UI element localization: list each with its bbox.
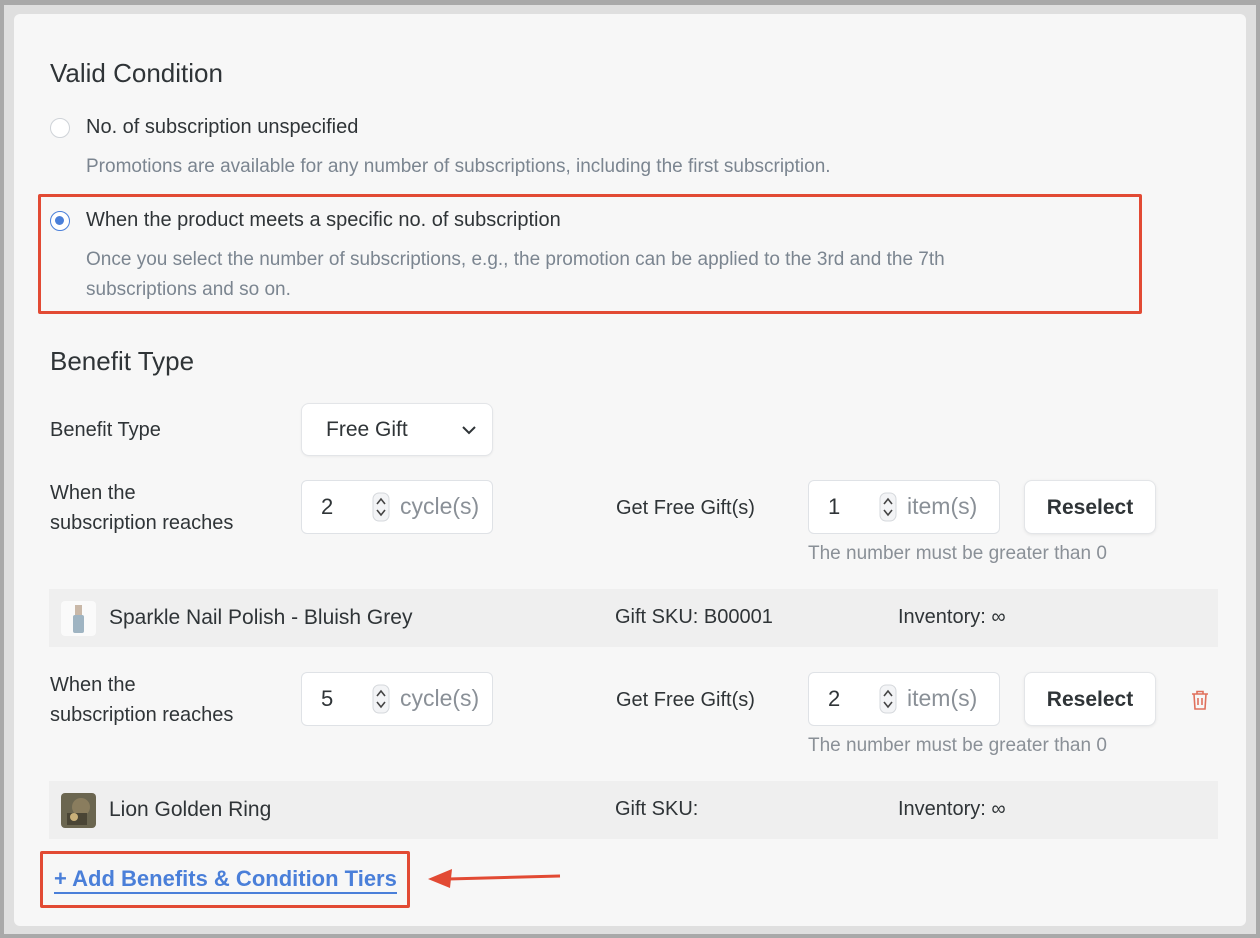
tier-2-label-line1: When the	[50, 674, 136, 696]
tier-2-cycle-input[interactable]: 5 cycle(s)	[301, 672, 493, 726]
spinner-icon[interactable]	[879, 684, 897, 714]
tier-1-label-line1: When the	[50, 482, 136, 504]
spinner-icon[interactable]	[372, 492, 390, 522]
option-unspecified-label: No. of subscription unspecified	[86, 116, 359, 138]
tier-1-item-input[interactable]: 1 item(s)	[808, 480, 1000, 534]
tier-1-cycle-value: 2	[321, 494, 334, 519]
tier-1-gift-name: Sparkle Nail Polish - Bluish Grey	[109, 606, 413, 629]
tier-2-item-value: 2	[828, 686, 841, 711]
tier-2-hint: The number must be greater than 0	[808, 735, 1107, 756]
tier-1-item-value: 1	[828, 494, 841, 519]
option-specific-description-line1: Once you select the number of subscripti…	[86, 249, 945, 270]
tier-1-cycle-input[interactable]: 2 cycle(s)	[301, 480, 493, 534]
benefit-type-label: Benefit Type	[50, 419, 161, 441]
ring-thumbnail	[61, 793, 96, 828]
radio-specific[interactable]	[50, 211, 70, 231]
option-specific-description-line2: subscriptions and so on.	[86, 279, 291, 300]
radio-unspecified[interactable]	[50, 118, 70, 138]
spinner-icon[interactable]	[879, 492, 897, 522]
add-tier-link[interactable]: + Add Benefits & Condition Tiers	[54, 867, 397, 894]
tier-2-cycle-value: 5	[321, 686, 334, 711]
chevron-down-icon	[462, 422, 476, 440]
tier-2-item-input[interactable]: 2 item(s)	[808, 672, 1000, 726]
window-frame: Valid Condition No. of subscription unsp…	[4, 5, 1256, 934]
tier-2-gift-name: Lion Golden Ring	[109, 798, 272, 821]
settings-card: Valid Condition No. of subscription unsp…	[14, 14, 1246, 926]
tier-1-gift-label: Get Free Gift(s)	[616, 497, 755, 519]
benefit-type-value: Free Gift	[326, 418, 408, 441]
tier-2-label-line2: subscription reaches	[50, 704, 234, 726]
spinner-icon[interactable]	[372, 684, 390, 714]
tier-2-gift-sku: Gift SKU:	[615, 798, 699, 820]
tier-2-gift-inventory: Inventory: ∞	[898, 798, 1006, 820]
tier-2-item-unit: item(s)	[907, 685, 978, 711]
tier-1-label-line2: subscription reaches	[50, 512, 234, 534]
nail-polish-thumbnail	[61, 601, 96, 636]
tier-1-reselect-button[interactable]: Reselect	[1024, 480, 1156, 534]
tier-2-cycle-unit: cycle(s)	[400, 685, 480, 711]
tier-2-gift-label: Get Free Gift(s)	[616, 689, 755, 711]
option-specific-label: When the product meets a specific no. of…	[86, 209, 561, 231]
tier-1-gift-inventory: Inventory: ∞	[898, 606, 1006, 628]
tier-1-item-unit: item(s)	[907, 493, 978, 519]
tier-1-gift-sku: Gift SKU: B00001	[615, 606, 773, 628]
tier-2-gift-row: Lion Golden Ring Gift SKU: Inventory: ∞	[49, 781, 1218, 839]
tier-1-hint: The number must be greater than 0	[808, 543, 1107, 564]
option-unspecified-description: Promotions are available for any number …	[86, 156, 831, 177]
valid-condition-title: Valid Condition	[50, 58, 223, 88]
tier-1-cycle-unit: cycle(s)	[400, 493, 480, 519]
tier-2-reselect-button[interactable]: Reselect	[1024, 672, 1156, 726]
tier-1-gift-row: Sparkle Nail Polish - Bluish Grey Gift S…	[49, 589, 1218, 647]
trash-icon[interactable]	[1190, 689, 1210, 716]
arrow-icon	[426, 866, 562, 895]
benefit-type-title: Benefit Type	[50, 346, 195, 376]
benefit-type-select[interactable]: Free Gift	[301, 403, 493, 456]
